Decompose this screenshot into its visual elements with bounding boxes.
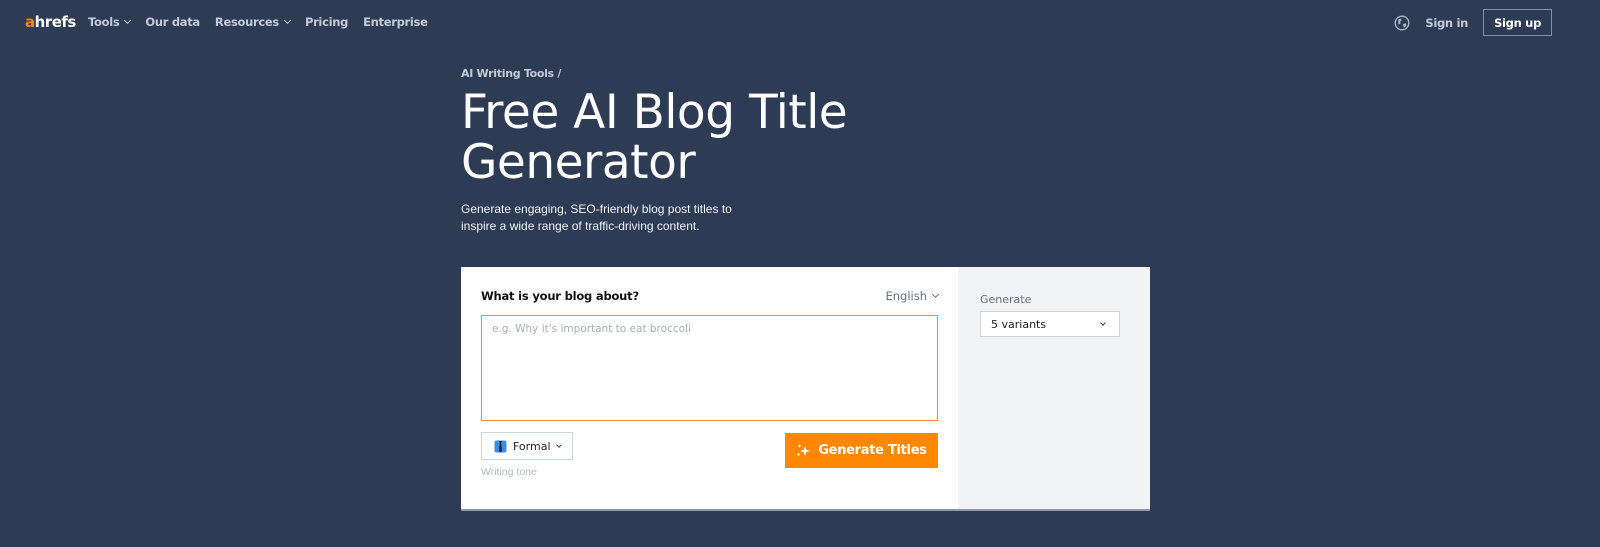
- chevron-down-icon: [555, 441, 562, 448]
- nav-link-label: Pricing: [304, 15, 349, 29]
- nav-right: Sign in Sign up: [1394, 9, 1552, 36]
- hero-section: AI Writing Tools / Free AI Blog Title Ge…: [461, 67, 1161, 235]
- language-value: English: [885, 289, 927, 303]
- chevron-down-icon: [931, 290, 940, 299]
- breadcrumb[interactable]: AI Writing Tools /: [461, 67, 1161, 80]
- generator-main-panel: What is your blog about? English Formal …: [461, 267, 958, 509]
- nav-link-tools[interactable]: Tools: [88, 15, 132, 29]
- page-title: Free AI Blog Title Generator: [461, 85, 848, 190]
- variants-count-select[interactable]: 5 variants: [980, 311, 1120, 337]
- sparkles-icon: [797, 444, 811, 456]
- nav-link-label: Enterprise: [363, 15, 428, 29]
- variants-count-value: 5 variants: [991, 317, 1047, 331]
- chevron-down-icon: [1100, 319, 1106, 326]
- nav-link-label: Resources: [214, 15, 279, 29]
- nav-link-label: Our data: [145, 15, 200, 29]
- nav-link-resources[interactable]: Resources: [214, 15, 291, 29]
- logo-accent-letter: a: [25, 13, 35, 31]
- generator-options-panel: Generate 5 variants: [958, 267, 1150, 509]
- sign-up-button[interactable]: Sign up: [1483, 9, 1552, 36]
- writing-tone-caption: Writing tone: [481, 466, 537, 478]
- nav-link-enterprise[interactable]: Enterprise: [363, 15, 428, 29]
- blog-topic-label: What is your blog about?: [481, 289, 639, 303]
- chevron-down-icon: [283, 16, 291, 25]
- generate-count-label: Generate: [980, 293, 1032, 306]
- necktie-icon: [494, 440, 507, 452]
- generate-titles-label: Generate Titles: [818, 443, 927, 458]
- generator-card: What is your blog about? English Formal …: [461, 267, 1150, 511]
- nav-link-label: Tools: [88, 15, 120, 29]
- writing-tone-dropdown[interactable]: Formal: [481, 432, 573, 460]
- writing-tone-value: Formal: [513, 439, 551, 453]
- top-navigation: ahrefs Tools Our data Resources Pricing …: [0, 0, 1600, 44]
- ahrefs-logo[interactable]: ahrefs: [25, 13, 76, 31]
- chevron-down-icon: [124, 16, 132, 25]
- nav-link-pricing[interactable]: Pricing: [305, 15, 348, 29]
- blog-topic-input[interactable]: [481, 315, 938, 421]
- language-selector[interactable]: English: [885, 289, 940, 303]
- nav-link-our-data[interactable]: Our data: [145, 15, 200, 29]
- nav-links: Tools Our data Resources Pricing Enterpr…: [88, 15, 428, 29]
- globe-icon[interactable]: [1394, 14, 1410, 31]
- page-subtitle: Generate engaging, SEO-friendly blog pos…: [461, 202, 732, 233]
- generate-titles-button[interactable]: Generate Titles: [785, 433, 938, 468]
- logo-text: hrefs: [34, 13, 77, 31]
- sign-in-link[interactable]: Sign in: [1425, 16, 1468, 30]
